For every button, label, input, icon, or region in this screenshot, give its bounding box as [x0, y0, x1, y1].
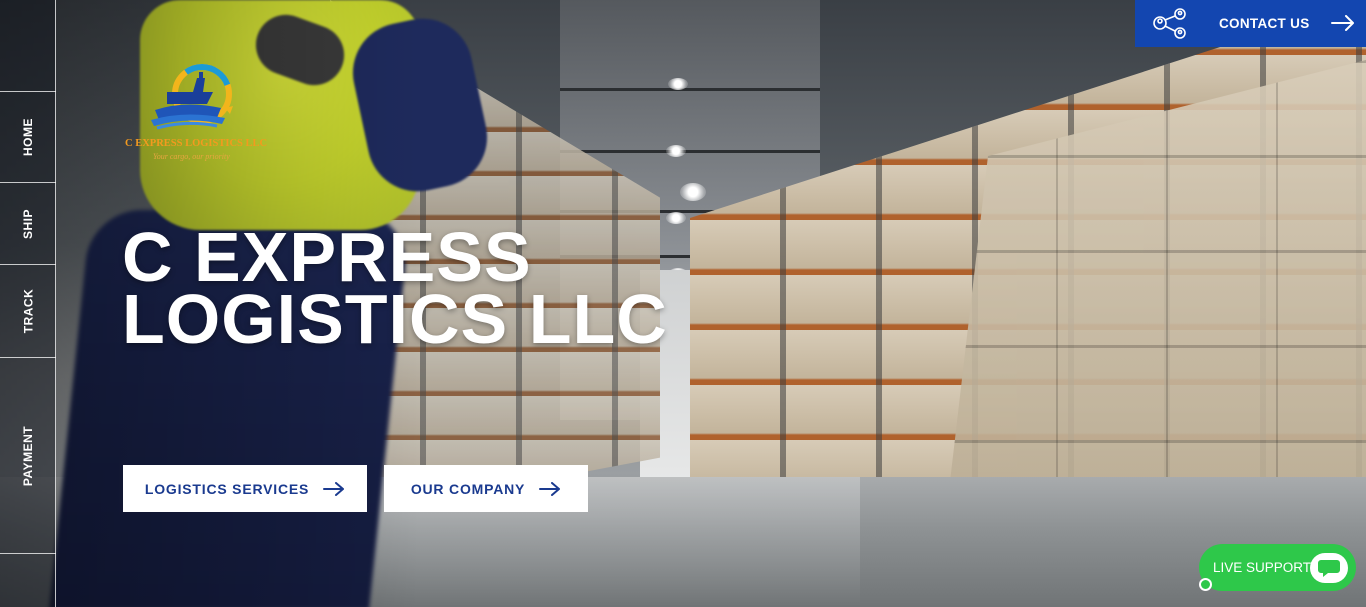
sidebar-item-home[interactable]: HOME — [0, 91, 56, 182]
hero-title: C EXPRESS LOGISTICS LLC — [122, 218, 668, 358]
sidebar-item-label: TRACK — [21, 288, 35, 334]
sidebar-item-track[interactable]: TRACK — [0, 264, 56, 357]
company-logo[interactable]: C EXPRESS LOGISTICS LLC Your cargo, our … — [125, 64, 285, 169]
sidebar-item-label: HOME — [21, 118, 35, 156]
arrow-right-icon — [1331, 15, 1354, 31]
chat-bubble-icon — [1310, 553, 1348, 583]
logo-company-name: C EXPRESS LOGISTICS LLC — [125, 138, 268, 149]
ship-logo-icon — [151, 64, 233, 130]
sidebar-item-label: SHIP — [20, 208, 35, 239]
our-company-button[interactable]: OUR COMPANY — [384, 465, 588, 512]
sidebar-item-payment[interactable]: PAYMENT — [0, 357, 56, 554]
hero-title-line1: C EXPRESS — [122, 218, 532, 296]
live-support-button[interactable]: LIVE SUPPORT — [1199, 544, 1356, 591]
hero-title-line2: LOGISTICS LLC — [122, 280, 668, 358]
arrow-right-icon — [323, 481, 345, 496]
sidebar-nav: HOME SHIP TRACK PAYMENT — [0, 0, 56, 607]
network-people-icon — [1153, 8, 1186, 39]
live-support-label: LIVE SUPPORT — [1213, 560, 1312, 575]
arrow-right-icon — [539, 481, 561, 496]
logo-tagline: Your cargo, our priority — [153, 152, 230, 161]
online-status-dot — [1199, 578, 1212, 591]
contact-us-button[interactable]: CONTACT US — [1135, 0, 1366, 47]
our-company-label: OUR COMPANY — [410, 480, 526, 497]
contact-us-label: CONTACT US — [1219, 16, 1310, 31]
logistics-services-label: LOGISTICS SERVICES — [144, 480, 310, 497]
sidebar-item-ship[interactable]: SHIP — [0, 182, 56, 264]
sidebar-item-label: PAYMENT — [21, 425, 35, 486]
logistics-services-button[interactable]: LOGISTICS SERVICES — [123, 465, 367, 512]
